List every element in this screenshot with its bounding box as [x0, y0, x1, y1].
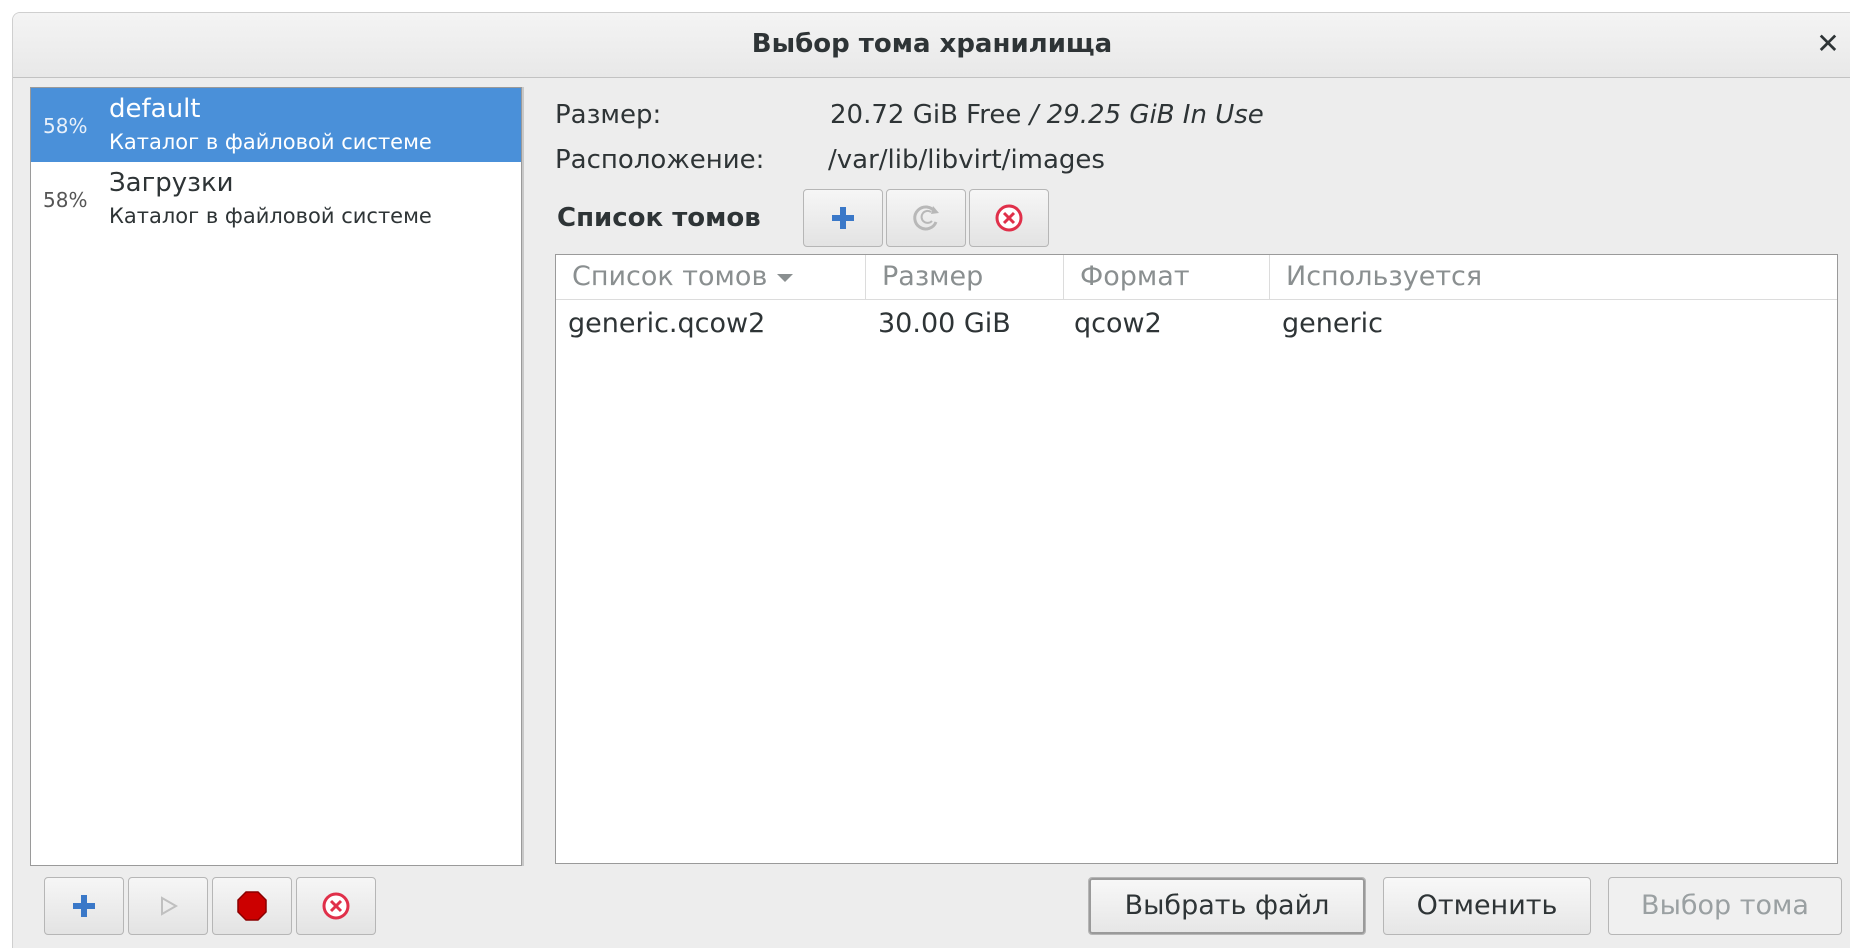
start-pool-button[interactable]: [128, 877, 208, 935]
column-header-format[interactable]: Формат: [1064, 255, 1270, 299]
column-header-label: Список томов: [572, 261, 768, 292]
pool-name: Загрузки: [109, 168, 234, 198]
pool-type: Каталог в файловой системе: [109, 130, 432, 154]
delete-volume-button[interactable]: [969, 189, 1049, 247]
titlebar: Выбор тома хранилища ✕: [13, 13, 1850, 78]
browse-local-button[interactable]: Выбрать файл: [1088, 877, 1366, 935]
refresh-icon: [913, 205, 939, 231]
volume-format: qcow2: [1074, 308, 1162, 339]
choose-volume-button[interactable]: Выбор тома: [1608, 877, 1842, 935]
size-value: 20.72 GiB Free / 29.25 GiB In Use: [830, 100, 1264, 130]
column-header-used-by[interactable]: Используется: [1270, 255, 1837, 299]
add-volume-button[interactable]: [803, 189, 883, 247]
cancel-button[interactable]: Отменить: [1383, 877, 1591, 935]
sort-arrow-icon: [777, 273, 794, 282]
table-header: Список томов Размер Формат Используется: [556, 255, 1837, 300]
volume-size: 30.00 GiB: [878, 308, 1011, 339]
delete-icon: [322, 892, 350, 920]
add-icon: [73, 895, 95, 917]
stop-icon: [237, 891, 267, 921]
refresh-volumes-button[interactable]: [886, 189, 966, 247]
close-button[interactable]: ✕: [1811, 27, 1845, 61]
volume-table: Список томов Размер Формат Используется …: [555, 254, 1838, 864]
add-pool-button[interactable]: [44, 877, 124, 935]
pool-name: default: [109, 94, 201, 124]
close-icon: ✕: [1816, 27, 1840, 60]
column-header-label: Размер: [882, 261, 984, 292]
pool-item-downloads[interactable]: 58% Загрузки Каталог в файловой системе: [31, 162, 521, 236]
location-label: Расположение:: [555, 145, 765, 175]
window-title: Выбор тома хранилища: [751, 29, 1113, 59]
column-header-label: Используется: [1286, 261, 1483, 292]
pool-item-default[interactable]: 58% default Каталог в файловой системе: [31, 88, 521, 162]
volume-used-by: generic: [1282, 308, 1383, 339]
delete-pool-button[interactable]: [296, 877, 376, 935]
play-icon: [161, 896, 179, 916]
column-header-size[interactable]: Размер: [866, 255, 1064, 299]
add-icon: [832, 207, 854, 229]
column-header-label: Формат: [1080, 261, 1190, 292]
stop-pool-button[interactable]: [212, 877, 292, 935]
location-value: /var/lib/libvirt/images: [828, 145, 1105, 175]
delete-icon: [995, 204, 1023, 232]
pool-usage-percent: 58%: [43, 114, 88, 138]
size-label: Размер:: [555, 100, 662, 130]
volume-name: generic.qcow2: [568, 308, 766, 339]
column-header-name[interactable]: Список томов: [556, 255, 866, 299]
table-row[interactable]: generic.qcow2 30.00 GiB qcow2 generic: [556, 301, 1837, 347]
size-free: 20.72 GiB Free: [830, 100, 1022, 130]
size-in-use: / 29.25 GiB In Use: [1029, 100, 1264, 130]
volume-list-header: Список томов: [557, 203, 761, 233]
pool-list: 58% default Каталог в файловой системе 5…: [30, 87, 522, 866]
pool-usage-percent: 58%: [43, 188, 88, 212]
pool-type: Каталог в файловой системе: [109, 204, 432, 228]
